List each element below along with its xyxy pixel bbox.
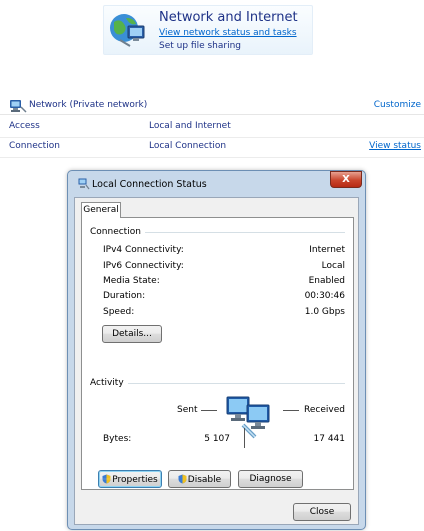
dialog-titlebar[interactable]: Local Connection Status X	[68, 171, 365, 197]
view-status-link[interactable]: View status	[369, 141, 421, 151]
bytes-label: Bytes:	[103, 434, 132, 444]
dialog-network-icon	[78, 178, 90, 190]
bytes-divider	[244, 428, 245, 448]
activity-group-title: Activity	[90, 378, 128, 388]
general-tab-panel: Connection IPv4 Connectivity: Internet I…	[81, 217, 354, 490]
bytes-sent-value: 5 107	[204, 434, 230, 444]
speed-label: Speed:	[103, 307, 135, 317]
received-line	[283, 410, 299, 411]
network-activity-icon	[226, 396, 270, 439]
media-state-value: Enabled	[308, 276, 345, 286]
sent-label: Sent	[177, 405, 198, 415]
dialog-close-icon[interactable]: X	[330, 171, 362, 188]
uac-shield-icon	[178, 474, 187, 483]
access-row: Access Local and Internet	[0, 117, 424, 138]
diagnose-button[interactable]: Diagnose	[238, 470, 303, 488]
details-button[interactable]: Details...	[102, 325, 162, 343]
received-label: Received	[304, 405, 345, 415]
connection-value: Local Connection	[149, 141, 227, 151]
set-up-file-sharing-link[interactable]: Set up file sharing	[159, 41, 241, 51]
bytes-received-value: 17 441	[313, 434, 346, 444]
dialog-title: Local Connection Status	[92, 179, 207, 190]
connection-row: Connection Local Connection View status	[0, 137, 424, 158]
ipv4-connectivity-label: IPv4 Connectivity:	[103, 245, 184, 255]
local-connection-status-dialog: Local Connection Status X General Connec…	[67, 170, 366, 530]
properties-button-label: Properties	[112, 474, 158, 485]
activity-group-line	[124, 383, 345, 384]
ipv4-connectivity-value: Internet	[309, 245, 345, 255]
duration-label: Duration:	[103, 291, 146, 301]
close-button[interactable]: Close	[293, 503, 351, 521]
connection-group-title: Connection	[90, 227, 145, 237]
uac-shield-icon	[102, 474, 111, 483]
customize-link[interactable]: Customize	[374, 100, 421, 110]
connection-group-line	[131, 232, 345, 233]
tab-general[interactable]: General	[81, 202, 121, 218]
access-value: Local and Internet	[149, 121, 231, 131]
network-and-internet-card: Network and Internet View network status…	[103, 5, 313, 55]
access-label: Access	[9, 121, 40, 131]
view-network-status-link[interactable]: View network status and tasks	[159, 28, 297, 38]
dialog-body: General Connection IPv4 Connectivity: In…	[74, 197, 359, 525]
ipv6-connectivity-value: Local	[321, 261, 345, 271]
disable-button[interactable]: Disable	[168, 470, 231, 488]
network-and-internet-icon	[110, 14, 145, 47]
properties-button[interactable]: Properties	[98, 470, 162, 488]
network-name: Network (Private network)	[29, 100, 148, 110]
duration-value: 00:30:46	[304, 291, 345, 301]
connection-label: Connection	[9, 141, 60, 151]
network-and-internet-title[interactable]: Network and Internet	[159, 10, 298, 25]
speed-value: 1.0 Gbps	[304, 307, 345, 317]
disable-button-label: Disable	[187, 474, 222, 485]
network-header: Network (Private network) Customize	[0, 98, 424, 115]
media-state-label: Media State:	[103, 276, 160, 286]
ipv6-connectivity-label: IPv6 Connectivity:	[103, 261, 184, 271]
sent-line	[201, 410, 217, 411]
network-icon	[10, 100, 27, 113]
